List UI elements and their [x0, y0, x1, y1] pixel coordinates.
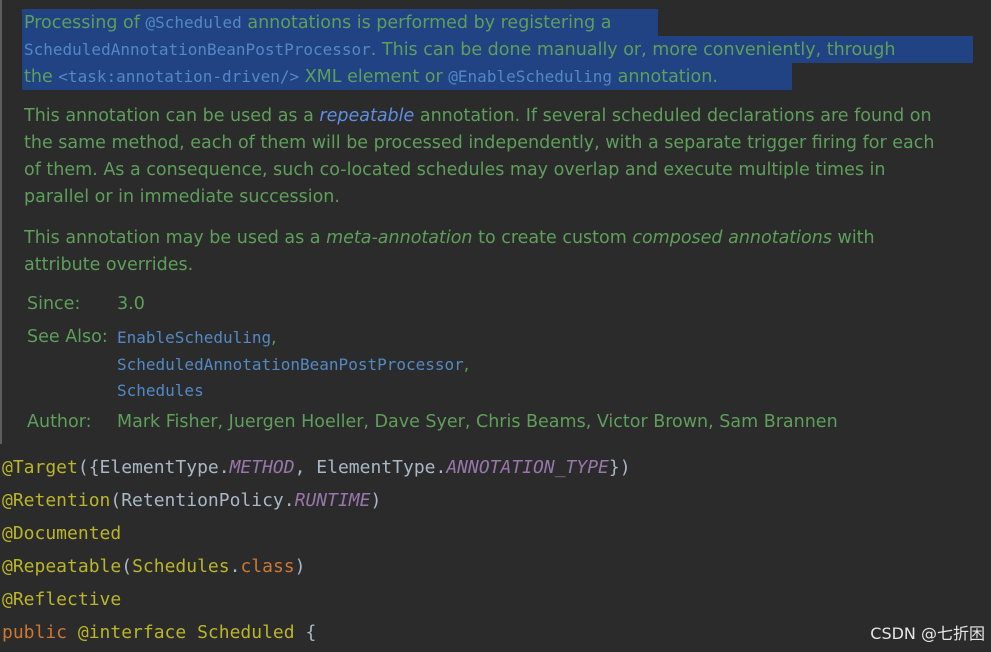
- annotation-keyword-token: @interface: [77, 622, 198, 643]
- see-also-link-postprocessor[interactable]: ScheduledAnnotationBeanPostProcessor,: [117, 352, 469, 378]
- constant-token: ANNOTATION_TYPE: [446, 457, 609, 478]
- code-token: ({ElementType.: [77, 457, 230, 478]
- doc-text: with: [831, 228, 875, 248]
- code-token: ): [294, 556, 306, 577]
- since-label: Since:: [27, 294, 81, 314]
- constant-token: RUNTIME: [294, 490, 371, 511]
- keyword-token: class: [240, 556, 295, 577]
- doc-text: to create custom: [472, 228, 633, 248]
- doc-para1-line1: Processing of @Scheduled annotations is …: [24, 9, 984, 37]
- doc-text: Processing of: [24, 13, 146, 33]
- doc-para1-line3: the <task:annotation-driven/> XML elemen…: [24, 63, 984, 91]
- doc-text: annotation. If several scheduled declara…: [414, 106, 932, 126]
- doc-text: This annotation can be used as a: [24, 106, 320, 126]
- doc-emphasis: meta-annotation: [326, 228, 473, 248]
- author-label: Author:: [27, 412, 92, 432]
- annotation-token: @Reflective: [2, 589, 122, 610]
- keyword-token: public: [2, 622, 78, 643]
- annotation-token: @Documented: [2, 523, 122, 544]
- doc-para1-line2: ScheduledAnnotationBeanPostProcessor. Th…: [24, 36, 984, 64]
- javadoc-panel: Processing of @Scheduled annotations is …: [0, 0, 991, 444]
- doc-text: This annotation may be used as a: [24, 228, 327, 248]
- code-line-interface-decl[interactable]: public @interface Scheduled {: [2, 616, 316, 649]
- code-token: .: [229, 556, 241, 577]
- doc-text: annotation.: [612, 67, 718, 87]
- doc-para2-line2: the same method, each of them will be pr…: [24, 133, 935, 153]
- doc-text: . This can be done manually or, more con…: [370, 40, 896, 60]
- csdn-watermark: CSDN @七折困: [870, 624, 985, 643]
- doc-code-ref: <task:annotation-driven/>: [58, 67, 300, 86]
- doc-para3-line1: This annotation may be used as a meta-an…: [24, 225, 984, 252]
- doc-para3-line2: attribute overrides.: [24, 255, 194, 275]
- doc-text: XML element or: [299, 67, 449, 87]
- doc-para2-line3: of them. As a consequence, such co-locat…: [24, 160, 886, 180]
- since-value: 3.0: [117, 294, 145, 314]
- see-also-link-schedules[interactable]: Schedules: [117, 378, 204, 404]
- annotation-token: @Retention: [2, 490, 111, 511]
- code-line-reflective[interactable]: @Reflective: [2, 583, 121, 616]
- doc-emphasis: repeatable: [319, 106, 415, 126]
- link-text[interactable]: EnableScheduling: [117, 328, 271, 347]
- doc-code-ref: ScheduledAnnotationBeanPostProcessor: [24, 40, 371, 59]
- annotation-token: @Repeatable: [2, 556, 122, 577]
- constant-token: METHOD: [229, 457, 295, 478]
- doc-para2-line1: This annotation can be used as a repeata…: [24, 103, 984, 130]
- doc-code-ref: @Scheduled: [145, 13, 242, 32]
- code-token: (RetentionPolicy.: [110, 490, 295, 511]
- separator: ,: [463, 355, 470, 375]
- doc-para2-line4: parallel or in immediate succession.: [24, 187, 340, 207]
- code-line-repeatable[interactable]: @Repeatable(Schedules.class): [2, 550, 305, 583]
- class-ref-token: Schedules: [132, 556, 230, 577]
- doc-emphasis: composed annotations: [632, 228, 832, 248]
- link-text[interactable]: ScheduledAnnotationBeanPostProcessor: [117, 355, 464, 374]
- link-text[interactable]: Schedules: [117, 381, 204, 400]
- see-also-link-enablescheduling[interactable]: EnableScheduling,: [117, 325, 277, 351]
- doc-text: annotations is performed by registering …: [241, 13, 612, 33]
- doc-text: the: [24, 67, 59, 87]
- separator: ,: [271, 328, 277, 348]
- code-token: }): [608, 457, 631, 478]
- author-value: Mark Fisher, Juergen Hoeller, Dave Syer,…: [117, 412, 838, 432]
- code-line-documented[interactable]: @Documented: [2, 517, 121, 550]
- annotation-token: @Target: [2, 457, 78, 478]
- code-token: ): [370, 490, 382, 511]
- code-line-retention[interactable]: @Retention(RetentionPolicy.RUNTIME): [2, 484, 381, 517]
- doc-code-ref: @EnableScheduling: [448, 67, 613, 86]
- code-token: , ElementType.: [294, 457, 447, 478]
- type-name-token: Scheduled: [197, 622, 306, 643]
- code-token: (: [121, 556, 133, 577]
- code-token: {: [305, 622, 317, 643]
- see-also-label: See Also:: [27, 327, 108, 347]
- code-line-target[interactable]: @Target({ElementType.METHOD, ElementType…: [2, 451, 631, 484]
